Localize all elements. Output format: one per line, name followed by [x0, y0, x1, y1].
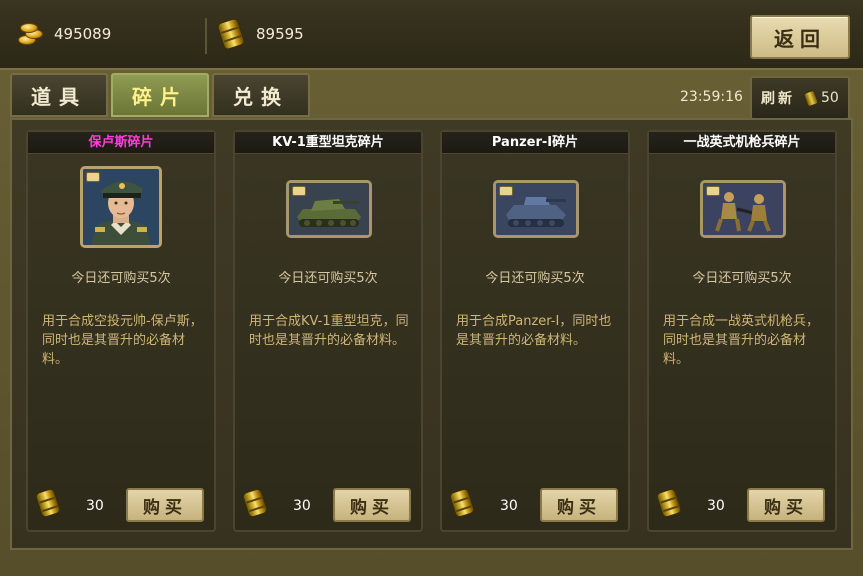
- card-title: Panzer-I碎片: [442, 132, 628, 154]
- purchase-quota: 今日还可购买5次: [278, 271, 378, 286]
- shop-card: Panzer-I碎片 今日还可购买5次 用于合成Panzer-I，同时也是其晋升…: [440, 130, 630, 532]
- refresh-button[interactable]: 刷新 50: [750, 76, 850, 120]
- fragment-badge-icon: [292, 186, 306, 196]
- fuel-barrel-icon: [802, 88, 820, 108]
- fragment-badge-icon: [499, 186, 513, 196]
- buy-button[interactable]: 购买: [333, 488, 411, 522]
- card-title: 保卢斯碎片: [28, 132, 214, 154]
- fuel-resource: 89595: [216, 17, 304, 51]
- buy-button[interactable]: 购买: [540, 488, 618, 522]
- price-row: 30: [448, 487, 530, 519]
- back-button[interactable]: 返回: [750, 15, 850, 59]
- price: 30: [293, 498, 311, 514]
- price-row: 30: [34, 487, 116, 519]
- shop-card: 保卢斯碎片 今日还可购买5次 用于合成空投元帅-保卢斯，同时也是其晋升的必备材料…: [26, 130, 216, 532]
- purchase-quota: 今日还可购买5次: [485, 271, 585, 286]
- fuel-amount: 89595: [256, 25, 304, 43]
- card-description: 用于合成一战英式机枪兵，同时也是其晋升的必备材料。: [663, 314, 820, 367]
- light-tank-icon[interactable]: [493, 180, 579, 238]
- purchase-quota: 今日还可购买5次: [692, 271, 792, 286]
- resource-bar: 495089 89595 返回: [0, 0, 863, 70]
- purchase-quota: 今日还可购买5次: [71, 271, 171, 286]
- tab-exchange[interactable]: 兑换: [212, 73, 310, 117]
- tab-items[interactable]: 道具: [10, 73, 108, 117]
- card-title: 一战英式机枪兵碎片: [649, 132, 835, 154]
- price-row: 30: [241, 487, 323, 519]
- buy-button[interactable]: 购买: [747, 488, 825, 522]
- buy-button[interactable]: 购买: [126, 488, 204, 522]
- refresh-cost: 50: [821, 90, 839, 106]
- card-description: 用于合成Panzer-I，同时也是其晋升的必备材料。: [456, 314, 612, 348]
- fuel-barrel-icon: [448, 487, 476, 519]
- card-title: KV-1重型坦克碎片: [235, 132, 421, 154]
- gold-coins-icon: [16, 20, 44, 48]
- gold-amount: 495089: [54, 25, 112, 43]
- price: 30: [86, 498, 104, 514]
- fragment-badge-icon: [706, 186, 720, 196]
- tab-fragments[interactable]: 碎片: [111, 73, 209, 117]
- divider: [205, 18, 207, 54]
- price-row: 30: [655, 487, 737, 519]
- shop-card: KV-1重型坦克碎片 今日还可购买5次 用于合成KV-1重型坦克，同时也是其晋升…: [233, 130, 423, 532]
- fuel-barrel-icon: [216, 17, 246, 51]
- fragment-badge-icon: [86, 172, 100, 182]
- fuel-barrel-icon: [34, 487, 62, 519]
- card-description: 用于合成空投元帅-保卢斯，同时也是其晋升的必备材料。: [42, 314, 203, 367]
- general-portrait-icon[interactable]: [80, 166, 162, 248]
- gold-resource: 495089: [16, 20, 111, 48]
- card-description: 用于合成KV-1重型坦克，同时也是其晋升的必备材料。: [249, 314, 409, 348]
- refresh-timer: 23:59:16: [680, 89, 743, 105]
- shop-panel: 保卢斯碎片 今日还可购买5次 用于合成空投元帅-保卢斯，同时也是其晋升的必备材料…: [10, 118, 853, 550]
- heavy-tank-icon[interactable]: [286, 180, 372, 238]
- price: 30: [707, 498, 725, 514]
- price: 30: [500, 498, 518, 514]
- fuel-barrel-icon: [241, 487, 269, 519]
- machine-gunner-icon[interactable]: [700, 180, 786, 238]
- shop-card: 一战英式机枪兵碎片 今日还可购买5次 用于合成一战英式机枪兵，同时也是其晋升的必…: [647, 130, 837, 532]
- fuel-barrel-icon: [655, 487, 683, 519]
- refresh-label: 刷新: [761, 91, 795, 107]
